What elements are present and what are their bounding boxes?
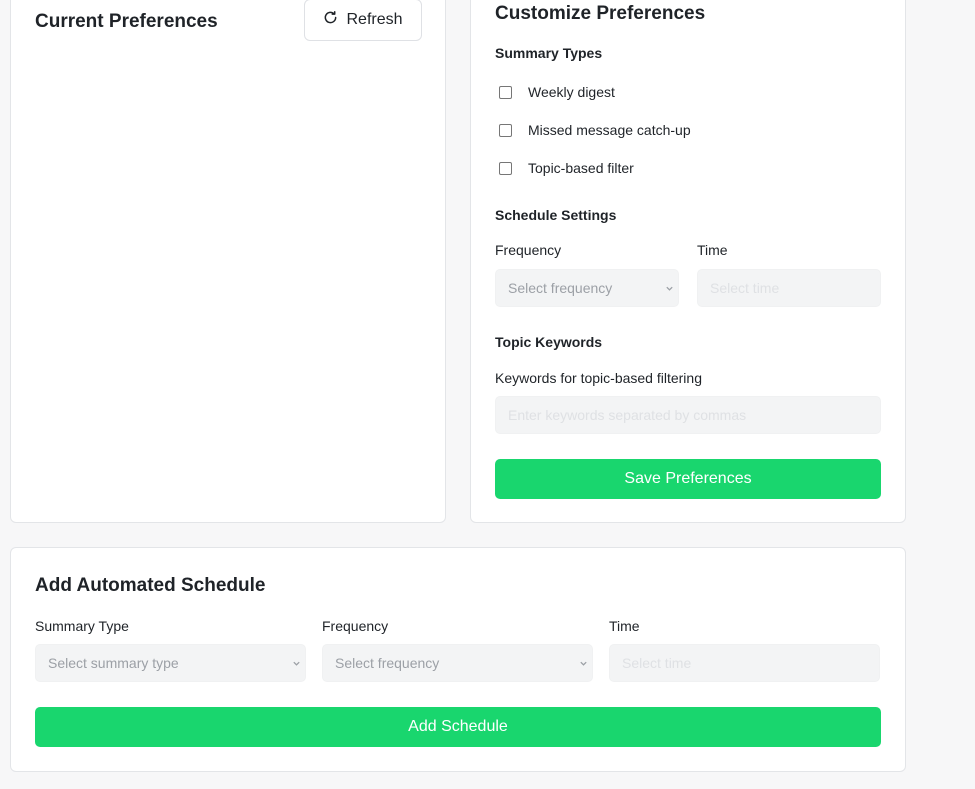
summary-type-select-value: Select summary type	[48, 655, 179, 671]
customize-preferences-title: Customize Preferences	[495, 3, 706, 24]
schedule-settings-heading: Schedule Settings	[495, 207, 617, 223]
customize-preferences-card: Customize Preferences Summary Types Week…	[470, 0, 906, 523]
keywords-input[interactable]: Enter keywords separated by commas	[495, 396, 881, 434]
add-schedule-card: Add Automated Schedule Summary Type Freq…	[10, 547, 906, 772]
current-preferences-card: Current Preferences Refresh	[10, 0, 446, 523]
chevron-down-icon	[666, 286, 673, 291]
time-label: Time	[697, 242, 728, 258]
time-input-placeholder: Select time	[710, 280, 780, 296]
frequency-label: Frequency	[495, 242, 562, 258]
weekly-digest-checkbox[interactable]	[499, 85, 512, 99]
summary-type-select[interactable]: Select summary type	[35, 644, 306, 682]
add-schedule-button[interactable]: Add Schedule	[35, 707, 881, 747]
frequency-select-value: Select frequency	[508, 280, 613, 296]
missed-message-option[interactable]: Missed message catch-up	[499, 122, 691, 138]
schedule-time-input[interactable]: Select time	[609, 644, 880, 682]
summary-type-label: Summary Type	[35, 618, 129, 634]
schedule-frequency-select-value: Select frequency	[335, 655, 440, 671]
summary-types-heading: Summary Types	[495, 45, 603, 61]
schedule-time-input-placeholder: Select time	[622, 655, 692, 671]
missed-message-checkbox[interactable]	[499, 123, 512, 137]
schedule-frequency-label: Frequency	[322, 618, 389, 634]
keywords-input-placeholder: Enter keywords separated by commas	[508, 407, 747, 423]
refresh-label: Refresh	[346, 11, 403, 28]
chevron-down-icon	[580, 661, 587, 666]
frequency-select[interactable]: Select frequency	[495, 269, 679, 307]
weekly-digest-label: Weekly digest	[528, 84, 615, 100]
save-preferences-button[interactable]: Save Preferences	[495, 459, 881, 499]
schedule-time-label: Time	[609, 618, 640, 634]
topic-filter-checkbox[interactable]	[499, 161, 512, 175]
current-preferences-title: Current Preferences	[35, 11, 218, 32]
refresh-button[interactable]: Refresh	[304, 0, 422, 41]
refresh-icon	[323, 10, 338, 30]
topic-filter-option[interactable]: Topic-based filter	[499, 160, 634, 176]
topic-filter-label: Topic-based filter	[528, 160, 634, 176]
chevron-down-icon	[293, 661, 300, 666]
topic-keywords-heading: Topic Keywords	[495, 334, 603, 350]
weekly-digest-option[interactable]: Weekly digest	[499, 84, 615, 100]
keywords-label: Keywords for topic-based filtering	[495, 370, 702, 386]
missed-message-label: Missed message catch-up	[528, 122, 691, 138]
time-input[interactable]: Select time	[697, 269, 881, 307]
schedule-frequency-select[interactable]: Select frequency	[322, 644, 593, 682]
add-schedule-title: Add Automated Schedule	[35, 575, 266, 596]
